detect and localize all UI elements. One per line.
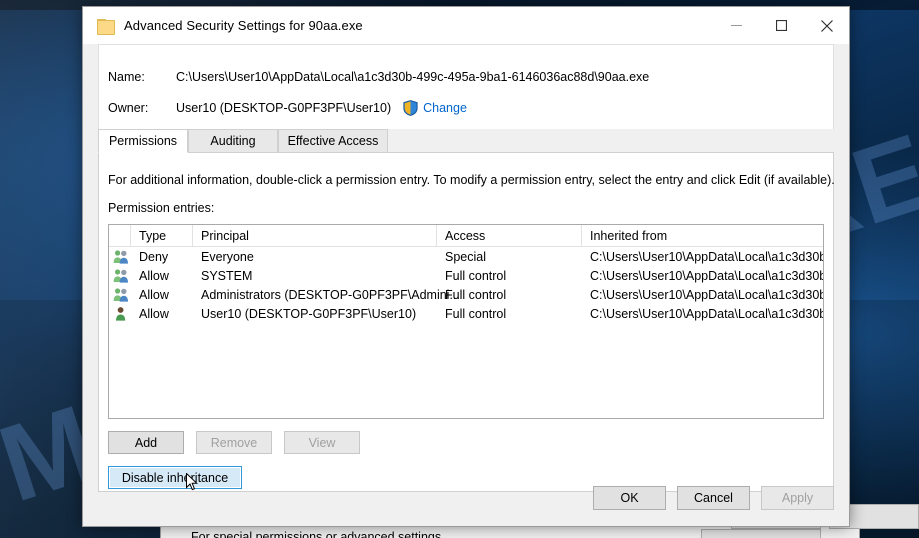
permission-entries-label: Permission entries:	[108, 201, 215, 215]
single-user-icon	[109, 304, 131, 323]
close-button[interactable]	[804, 7, 849, 44]
table-row[interactable]: Allow SYSTEM Full control C:\Users\User1…	[109, 266, 823, 285]
list-rows: Deny Everyone Special C:\Users\User10\Ap…	[109, 247, 823, 323]
object-info-panel: Name: C:\Users\User10\AppData\Local\a1c3…	[98, 44, 834, 129]
disable-inheritance-button[interactable]: Disable inheritance	[108, 466, 242, 489]
permissions-info-text: For additional information, double-click…	[108, 173, 835, 187]
cell-access: Full control	[445, 268, 507, 283]
cell-type: Allow	[139, 268, 169, 283]
column-header-icon[interactable]	[109, 225, 131, 246]
entry-actions: Add Remove View	[108, 431, 360, 454]
permissions-tab-panel: For additional information, double-click…	[98, 153, 835, 492]
permission-entries-list[interactable]: Type Principal Access Inherited from Den…	[108, 224, 824, 419]
folder-icon	[97, 18, 115, 35]
column-header-inherited-from[interactable]: Inherited from	[582, 225, 823, 246]
users-group-icon	[109, 285, 131, 304]
cell-inherited-from: C:\Users\User10\AppData\Local\a1c3d30b-.…	[590, 268, 824, 283]
owner-row: Owner: User10 (DESKTOP-G0PF3PF\User10) C…	[108, 100, 467, 116]
window-title: Advanced Security Settings for 90aa.exe	[124, 18, 363, 33]
maximize-icon	[776, 20, 787, 31]
uac-shield-icon	[403, 100, 418, 116]
cell-inherited-from: C:\Users\User10\AppData\Local\a1c3d30b-.…	[590, 287, 824, 302]
owner-value: User10 (DESKTOP-G0PF3PF\User10)	[176, 101, 392, 115]
users-group-icon	[109, 247, 131, 266]
cell-principal: SYSTEM	[201, 268, 253, 283]
cell-principal: Administrators (DESKTOP-G0PF3PF\Admini..…	[201, 287, 460, 302]
tab-bar: Permissions Auditing Effective Access	[98, 129, 834, 153]
maximize-button[interactable]	[759, 7, 804, 44]
advanced-security-settings-dialog: Advanced Security Settings for 90aa.exe …	[82, 6, 850, 527]
cell-inherited-from: C:\Users\User10\AppData\Local\a1c3d30b-.…	[590, 249, 824, 264]
cell-inherited-from: C:\Users\User10\AppData\Local\a1c3d30b-.…	[590, 306, 824, 321]
ok-button[interactable]: OK	[593, 486, 666, 510]
table-row[interactable]: Allow User10 (DESKTOP-G0PF3PF\User10) Fu…	[109, 304, 823, 323]
tab-auditing[interactable]: Auditing	[188, 129, 278, 153]
minimize-button[interactable]	[714, 7, 759, 44]
cell-access: Full control	[445, 306, 507, 321]
column-header-type[interactable]: Type	[131, 225, 193, 246]
cancel-button[interactable]: Cancel	[677, 486, 750, 510]
users-group-icon	[109, 266, 131, 285]
tab-permissions[interactable]: Permissions	[98, 129, 188, 153]
cell-type: Allow	[139, 306, 169, 321]
list-header-row: Type Principal Access Inherited from	[109, 225, 823, 247]
name-row: Name: C:\Users\User10\AppData\Local\a1c3…	[108, 70, 649, 84]
window-controls	[714, 7, 849, 44]
column-header-principal[interactable]: Principal	[193, 225, 437, 246]
title-bar[interactable]: Advanced Security Settings for 90aa.exe	[83, 7, 849, 44]
table-row[interactable]: Allow Administrators (DESKTOP-G0PF3PF\Ad…	[109, 285, 823, 304]
cell-access: Full control	[445, 287, 507, 302]
apply-button: Apply	[761, 486, 834, 510]
name-value: C:\Users\User10\AppData\Local\a1c3d30b-4…	[176, 70, 650, 84]
dialog-body: Name: C:\Users\User10\AppData\Local\a1c3…	[83, 44, 849, 526]
add-button[interactable]: Add	[108, 431, 184, 454]
column-header-access[interactable]: Access	[437, 225, 582, 246]
table-row[interactable]: Deny Everyone Special C:\Users\User10\Ap…	[109, 247, 823, 266]
minimize-icon	[731, 25, 742, 26]
remove-button: Remove	[196, 431, 272, 454]
cell-principal: User10 (DESKTOP-G0PF3PF\User10)	[201, 306, 417, 321]
background-window-field[interactable]	[701, 529, 821, 538]
view-button: View	[284, 431, 360, 454]
dialog-footer: OK Cancel Apply	[593, 486, 834, 510]
close-icon	[820, 19, 833, 32]
cell-type: Allow	[139, 287, 169, 302]
cell-principal: Everyone	[201, 249, 254, 264]
name-label: Name:	[108, 70, 145, 84]
tab-effective-access[interactable]: Effective Access	[278, 129, 388, 153]
cell-access: Special	[445, 249, 486, 264]
cell-type: Deny	[139, 249, 169, 264]
owner-label: Owner:	[108, 101, 149, 115]
change-owner-link[interactable]: Change	[423, 101, 467, 115]
background-window-text: For special permissions or advanced sett…	[191, 530, 445, 538]
